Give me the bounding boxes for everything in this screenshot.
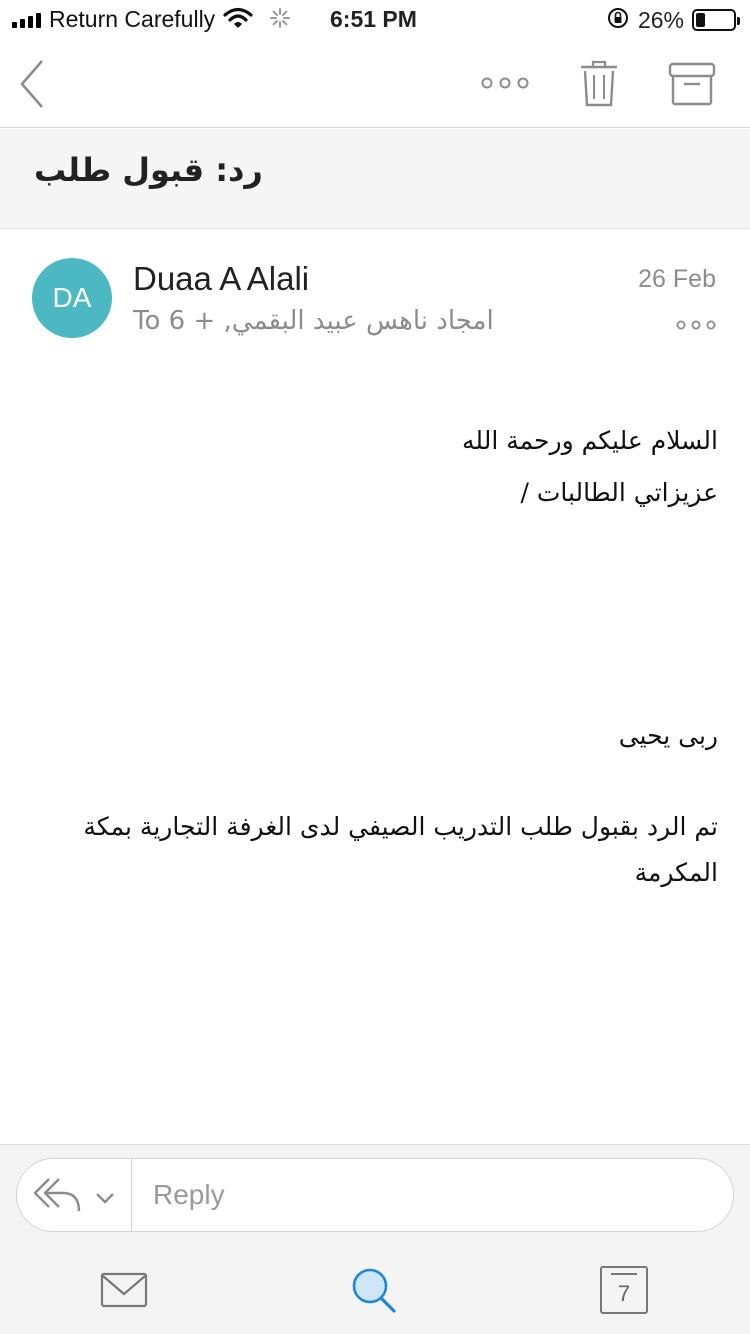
signal-icon (12, 12, 41, 28)
more-icon (676, 320, 716, 330)
recipients[interactable]: To امجاد ناهس عبيد البقمي, + 6 (133, 306, 494, 336)
reply-divider (131, 1159, 132, 1231)
carrier-name: Return Carefully (49, 6, 216, 32)
email-date: 26 Feb (638, 265, 716, 293)
mail-icon (100, 1272, 148, 1308)
archive-icon (668, 62, 716, 106)
reply-input[interactable]: Reply (153, 1179, 225, 1211)
battery-percent: 26% (637, 6, 684, 33)
status-time: 6:51 PM (330, 6, 417, 32)
body-salutation: عزيزاتي الطالبات / (520, 478, 718, 507)
message-more-button[interactable] (676, 316, 716, 335)
body-name: ربى يحيى (618, 721, 718, 750)
tab-calendar[interactable]: 7 (600, 1266, 648, 1314)
more-options-button[interactable] (478, 70, 532, 96)
status-bar: Return Carefully 6:51 PM 26% (0, 0, 750, 40)
reply-all-icon[interactable] (33, 1175, 83, 1219)
email-subject: رد: قبول طلب (34, 151, 263, 189)
back-button[interactable] (14, 56, 50, 112)
more-icon (481, 77, 529, 89)
sender-name[interactable]: Duaa A Alali (133, 260, 309, 298)
delete-button[interactable] (576, 58, 622, 108)
chevron-down-icon[interactable] (95, 1189, 115, 1208)
subject-bar: رد: قبول طلب (0, 129, 750, 229)
tab-mail[interactable] (100, 1272, 148, 1308)
email-toolbar (0, 40, 750, 128)
battery-icon (692, 9, 740, 31)
body-message: تم الرد بقبول طلب التدريب الصيفي لدى الغ… (83, 812, 718, 887)
avatar[interactable]: DA (32, 258, 112, 338)
tab-search[interactable] (350, 1266, 398, 1314)
archive-button[interactable] (666, 60, 718, 108)
wifi-icon (223, 7, 253, 33)
orientation-lock-icon (606, 6, 630, 34)
calendar-icon (611, 1273, 637, 1275)
activity-spinner-icon (269, 7, 291, 33)
avatar-initials: DA (52, 282, 92, 313)
reply-box[interactable]: Reply (16, 1158, 734, 1232)
calendar-day: 7 (617, 1281, 631, 1306)
search-icon (352, 1268, 396, 1313)
body-greeting: السلام عليكم ورحمة الله (462, 426, 718, 455)
trash-icon (581, 60, 617, 107)
back-chevron-icon (20, 60, 43, 108)
